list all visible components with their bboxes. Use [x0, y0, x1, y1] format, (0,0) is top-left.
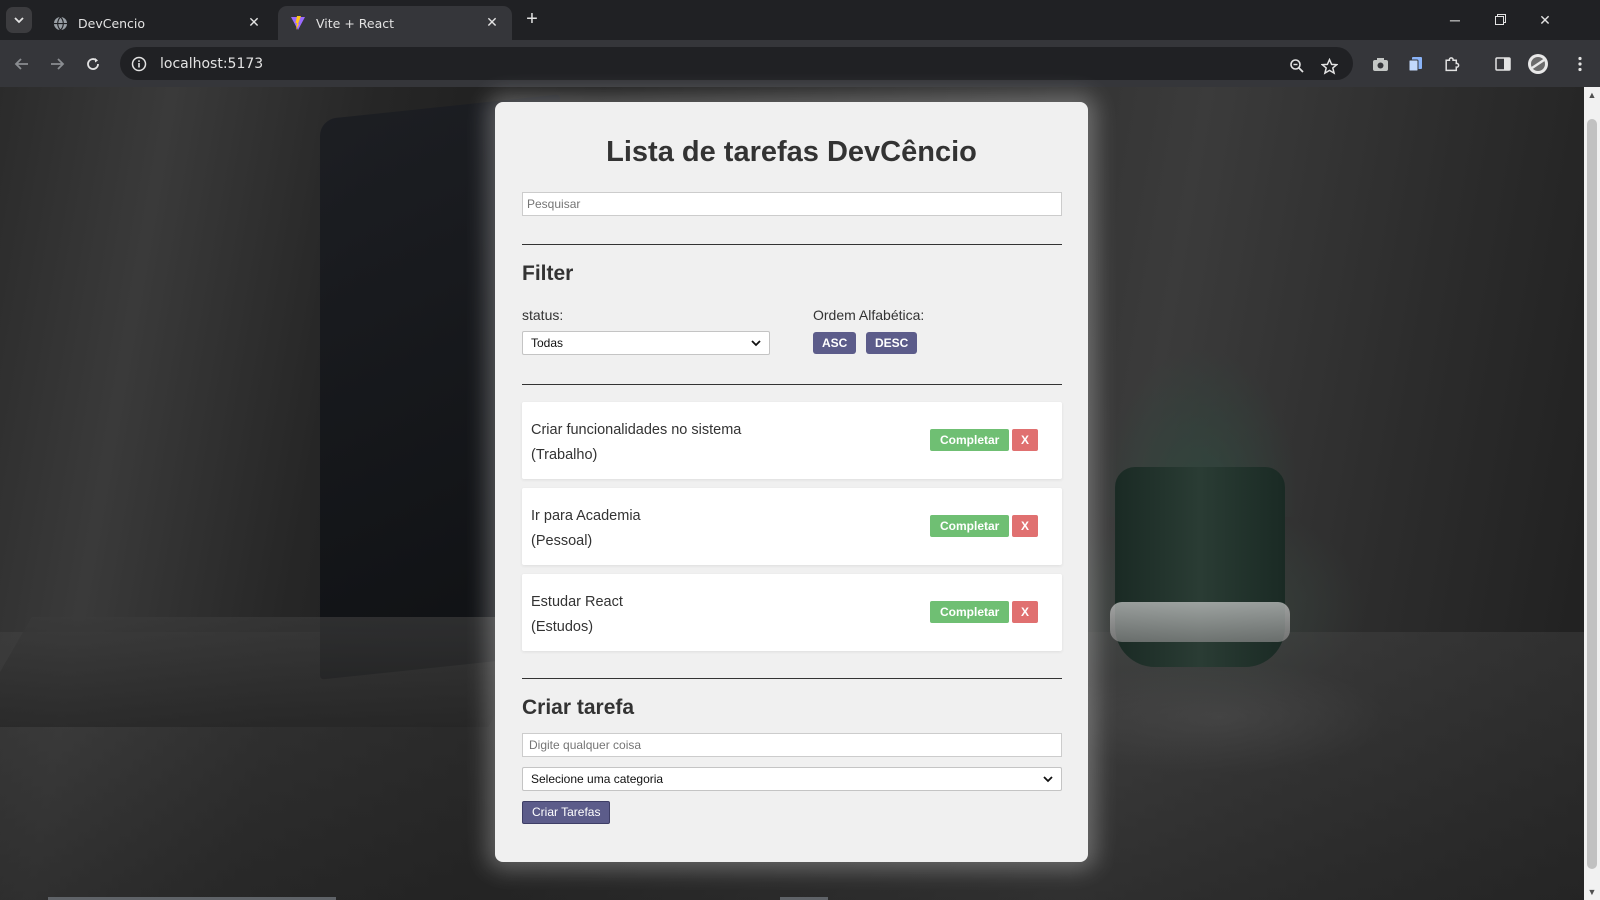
todo-category: (Estudos) [531, 619, 594, 635]
divider [522, 384, 1062, 385]
filter-heading: Filter [522, 262, 574, 285]
background-laptop-base-shape [0, 617, 552, 727]
todo-item: Ir para Academia (Pessoal) Completar X [522, 488, 1062, 565]
page-title: Lista de tarefas DevCêncio [606, 136, 977, 168]
task-text-input[interactable] [522, 733, 1062, 757]
complete-button[interactable]: Completar [930, 601, 1010, 623]
remove-button[interactable]: X [1012, 429, 1038, 451]
more-menu-icon[interactable] [1567, 51, 1593, 77]
create-task-heading: Criar tarefa [522, 696, 635, 719]
todo-item: Criar funcionalidades no sistema (Trabal… [522, 402, 1062, 479]
todo-content: Criar funcionalidades no sistema (Trabal… [531, 418, 741, 468]
divider [522, 678, 1062, 679]
todo-category: (Trabalho) [531, 447, 598, 463]
close-tab-icon[interactable]: ✕ [246, 15, 262, 31]
background-pot-rim-shape [1110, 602, 1290, 642]
extensions-puzzle-icon[interactable] [1438, 51, 1464, 77]
scroll-up-arrow-icon[interactable]: ▲ [1584, 87, 1600, 103]
back-arrow-icon[interactable] [9, 51, 35, 77]
address-bar[interactable]: localhost:5173 [120, 47, 1353, 80]
todo-text: Ir para Academia [531, 508, 641, 524]
tab-title: Vite + React [316, 15, 395, 31]
extension-docs-icon[interactable] [1402, 51, 1428, 77]
camera-icon[interactable] [1367, 51, 1393, 77]
divider [522, 244, 1062, 245]
scroll-down-arrow-icon[interactable]: ▼ [1584, 884, 1600, 900]
browser-tab-strip: DevCencio ✕ Vite + React ✕ + ─ ✕ [0, 0, 1600, 40]
close-window-icon[interactable]: ✕ [1531, 7, 1559, 33]
minimize-window-icon[interactable]: ─ [1441, 7, 1469, 33]
browser-toolbar: localhost:5173 [0, 40, 1600, 111]
status-select[interactable]: Todas [522, 331, 770, 355]
sort-asc-button[interactable]: ASC [813, 332, 857, 354]
bookmark-star-icon[interactable] [1316, 53, 1342, 79]
tab-title: DevCencio [78, 15, 146, 31]
zoom-icon[interactable] [1284, 53, 1310, 79]
complete-button[interactable]: Completar [930, 429, 1010, 451]
category-select[interactable]: Selecione uma categoria [522, 767, 1062, 791]
vite-logo-icon [290, 15, 306, 31]
status-select-value: Todas [531, 336, 564, 350]
tab-vite-react[interactable]: Vite + React ✕ [278, 6, 512, 40]
complete-button[interactable]: Completar [930, 515, 1010, 537]
globe-icon [52, 15, 68, 31]
scroll-thumb[interactable] [1587, 119, 1597, 869]
url-text: localhost:5173 [160, 55, 264, 72]
tab-search-button[interactable] [6, 7, 32, 33]
forward-arrow-icon[interactable] [44, 51, 70, 77]
search-input[interactable] [522, 192, 1062, 216]
page-scrollbar[interactable]: ▲ ▼ [1584, 87, 1600, 900]
create-task-button[interactable]: Criar Tarefas [522, 801, 611, 824]
side-panel-icon[interactable] [1490, 51, 1516, 77]
sort-desc-button[interactable]: DESC [866, 332, 918, 354]
todo-content: Estudar React (Estudos) [531, 590, 623, 640]
tab-devcencio[interactable]: DevCencio ✕ [40, 6, 274, 40]
close-tab-icon[interactable]: ✕ [484, 15, 500, 31]
todo-text: Criar funcionalidades no sistema [531, 422, 742, 438]
remove-button[interactable]: X [1012, 515, 1038, 537]
site-info-icon[interactable] [130, 55, 148, 73]
status-label: status: [522, 307, 564, 323]
chevron-down-icon [751, 340, 761, 347]
reload-icon[interactable] [80, 51, 106, 77]
chevron-down-icon [14, 17, 24, 24]
todo-category: (Pessoal) [531, 533, 593, 549]
category-select-value: Selecione uma categoria [531, 772, 664, 786]
profile-avatar[interactable] [1525, 51, 1551, 77]
order-label: Ordem Alfabética: [813, 307, 925, 323]
new-tab-button[interactable]: + [520, 8, 544, 32]
todo-content: Ir para Academia (Pessoal) [531, 504, 641, 554]
todo-text: Estudar React [531, 594, 623, 610]
todo-item: Estudar React (Estudos) Completar X [522, 574, 1062, 651]
chevron-down-icon [1043, 776, 1053, 783]
restore-window-icon[interactable] [1486, 7, 1514, 33]
remove-button[interactable]: X [1012, 601, 1038, 623]
todo-app-card: Lista de tarefas DevCêncio Filter status… [495, 102, 1088, 862]
